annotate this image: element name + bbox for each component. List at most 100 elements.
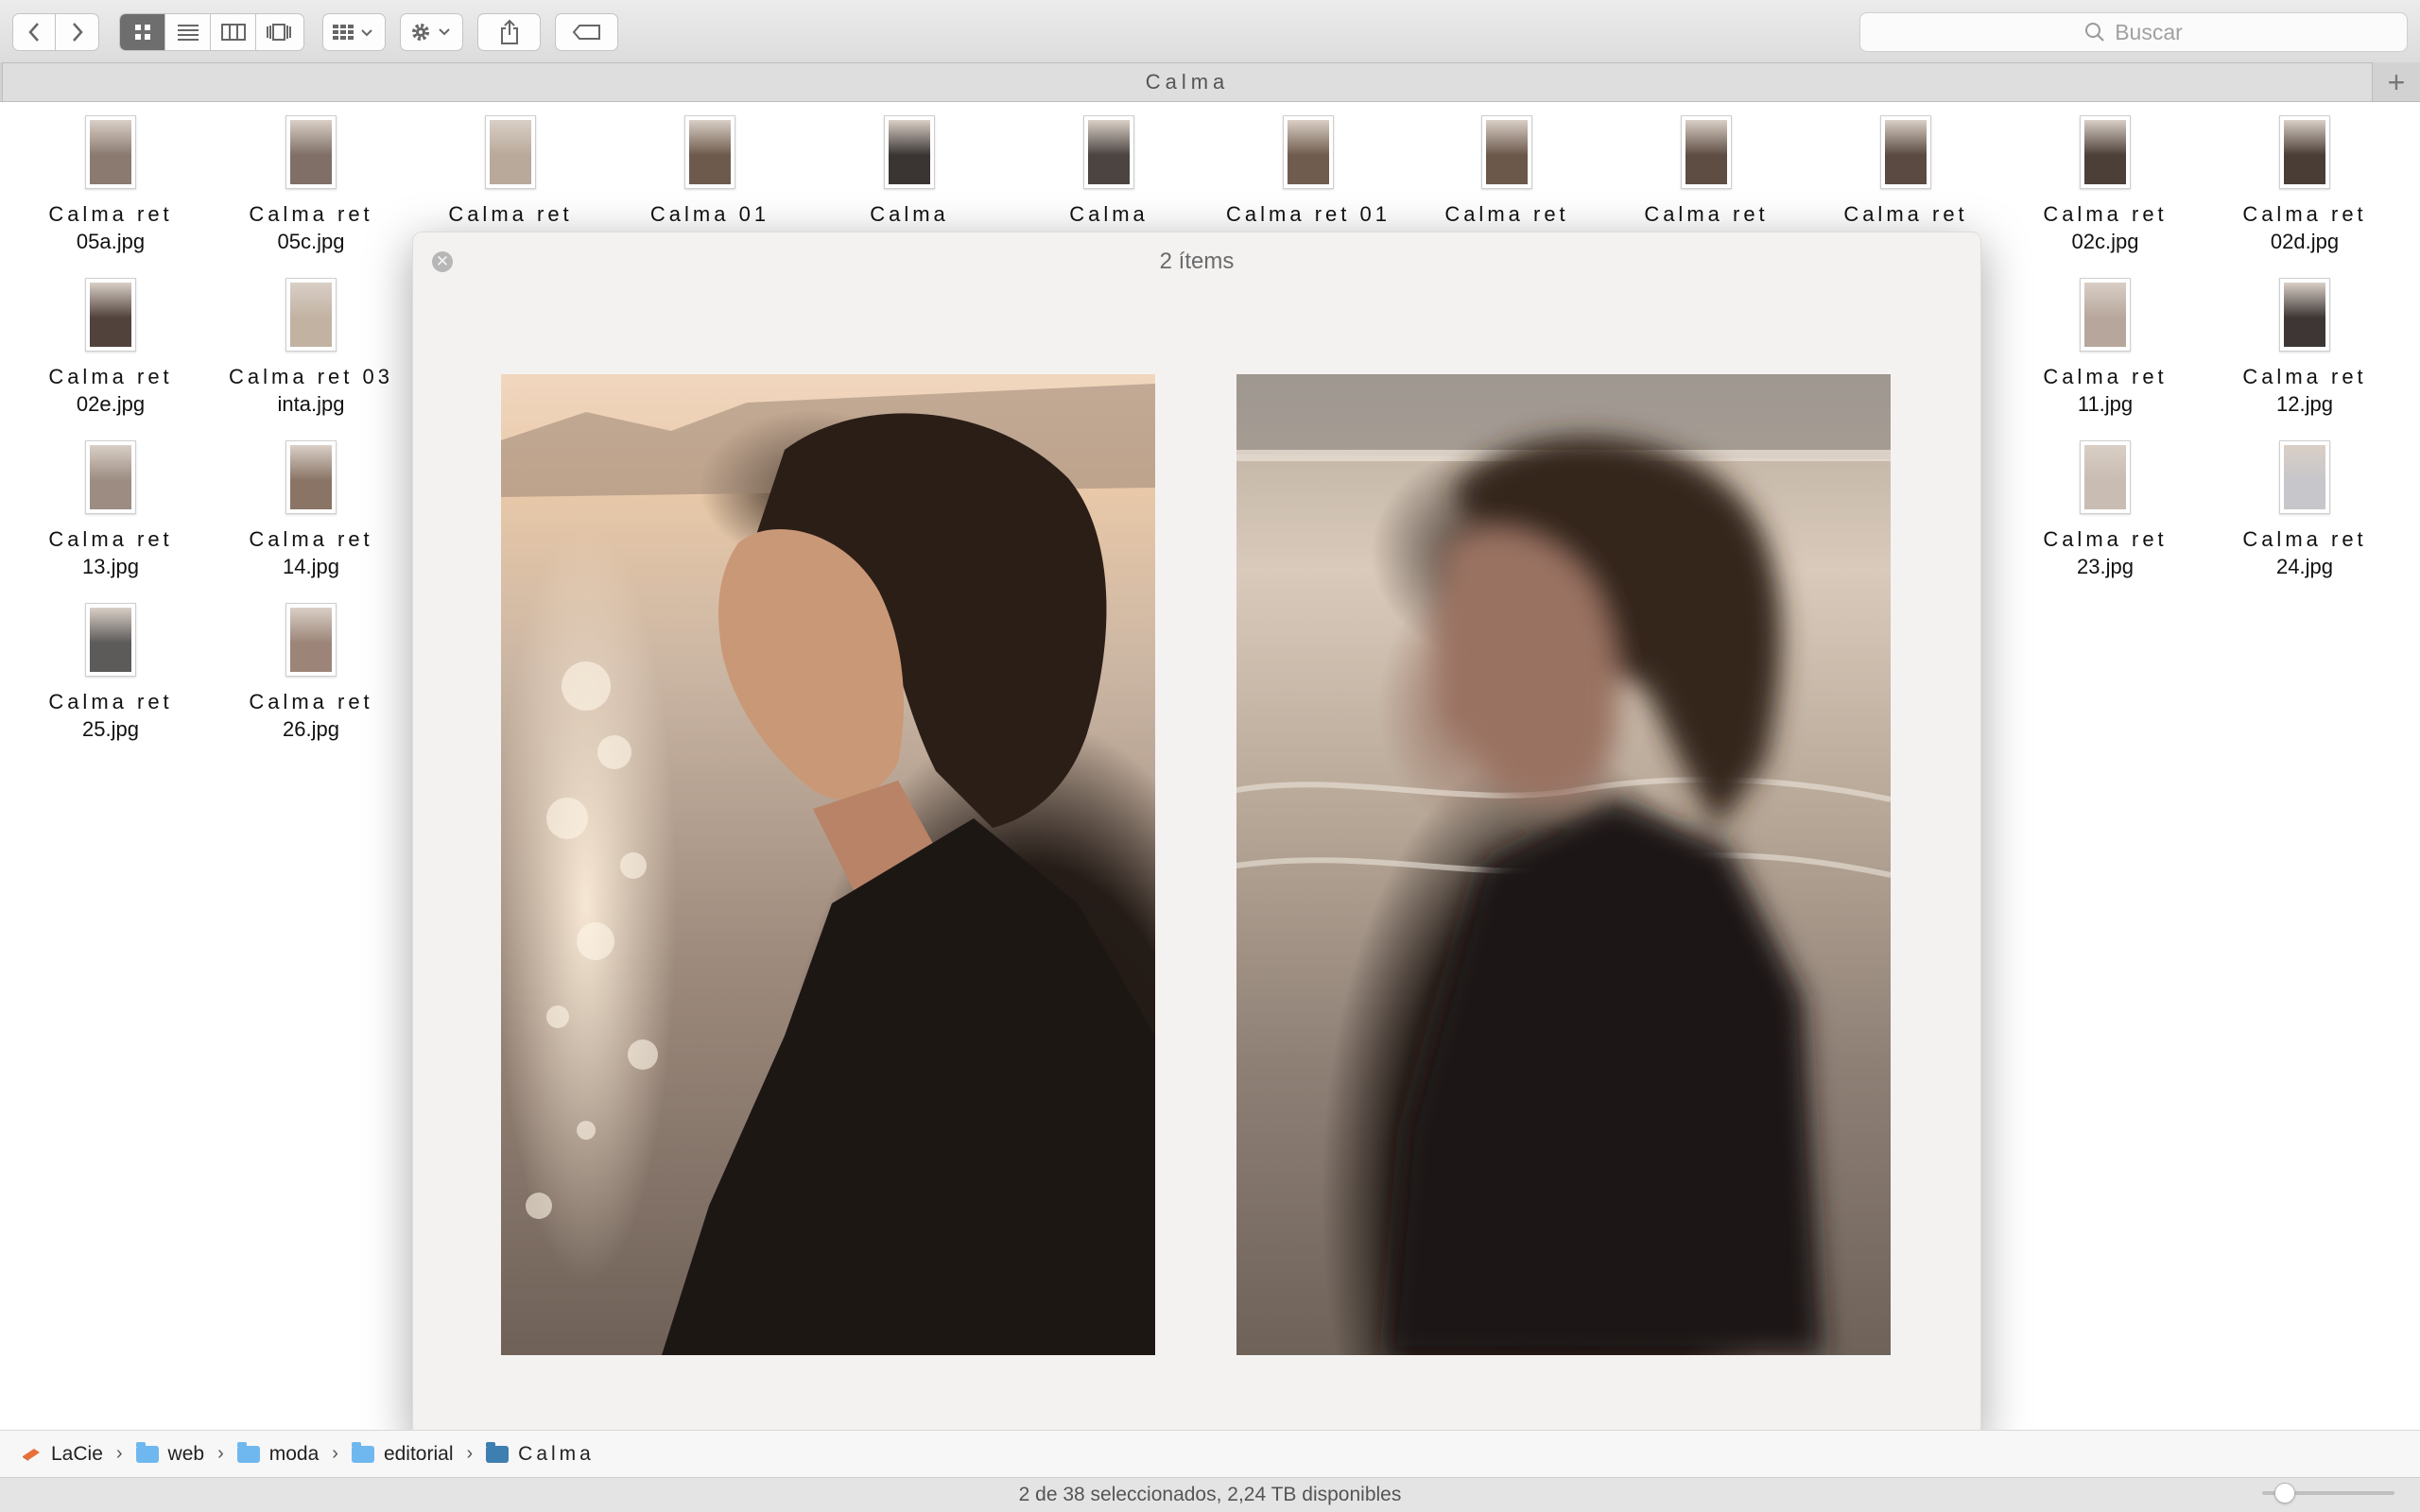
file-name: Calma ret 24.jpg — [2242, 527, 2367, 578]
file-item[interactable]: Calma ret — [1412, 115, 1601, 228]
file-thumbnail — [485, 115, 536, 189]
new-tab-button[interactable]: + — [2375, 62, 2418, 102]
external-drive-icon — [23, 1448, 40, 1461]
file-item[interactable]: Calma ret 05c.jpg — [216, 115, 406, 255]
file-name: Calma ret 26.jpg — [249, 690, 373, 741]
file-item[interactable]: Calma ret 02d.jpg — [2210, 115, 2399, 255]
chevron-right-icon: › — [332, 1443, 338, 1464]
share-button[interactable] — [477, 13, 541, 51]
file-thumbnail — [2279, 115, 2330, 189]
preview-image[interactable] — [501, 374, 1155, 1355]
path-item-label: editorial — [383, 1442, 454, 1465]
file-item[interactable]: Calma ret 23.jpg — [2011, 440, 2200, 580]
path-item-label: Calma — [518, 1442, 595, 1465]
file-name: Calma ret 03 inta.jpg — [229, 365, 393, 416]
file-item[interactable]: Calma ret — [1612, 115, 1801, 228]
file-thumbnail — [2080, 278, 2131, 352]
file-item[interactable]: Calma ret — [1811, 115, 2000, 228]
chevron-right-icon: › — [115, 1443, 123, 1464]
file-thumbnail — [684, 115, 735, 189]
file-item[interactable]: Calma ret 13.jpg — [16, 440, 205, 580]
file-thumbnail — [1880, 115, 1931, 189]
folder-icon — [236, 1441, 260, 1463]
file-name: Calma ret 12.jpg — [2242, 365, 2367, 416]
thumbnail-image — [689, 120, 731, 184]
preview-image[interactable] — [1236, 374, 1891, 1355]
cover-flow-icon — [267, 24, 291, 41]
arrange-grid-icon — [332, 25, 372, 40]
preview-image-graphic — [501, 384, 1155, 1355]
thumbnail-image — [2284, 445, 2325, 509]
file-item[interactable]: Calma ret 12.jpg — [2210, 278, 2399, 418]
file-item[interactable]: Calma ret 26.jpg — [216, 603, 406, 743]
file-thumbnail — [2080, 440, 2131, 514]
file-name: Calma ret — [448, 202, 573, 226]
file-item[interactable]: Calma ret 05a.jpg — [16, 115, 205, 255]
path-item-drive[interactable]: LaCie › — [21, 1443, 123, 1466]
chevron-right-icon: › — [217, 1443, 224, 1464]
thumbnail-image — [2284, 283, 2325, 347]
forward-button[interactable] — [56, 14, 98, 50]
thumbnail-image — [2084, 120, 2126, 184]
path-item-editorial[interactable]: editorial › — [351, 1441, 473, 1466]
file-item[interactable]: Calma — [1014, 115, 1203, 228]
file-name: Calma ret 02e.jpg — [48, 365, 173, 416]
file-thumbnail — [1481, 115, 1532, 189]
arrange-button[interactable] — [322, 13, 386, 51]
folder-icon — [486, 1441, 510, 1463]
back-icon — [28, 23, 39, 42]
file-name: Calma 01 — [649, 202, 770, 226]
path-item-web[interactable]: web › — [135, 1441, 224, 1466]
file-thumbnail — [85, 440, 136, 514]
gear-icon — [411, 24, 450, 41]
file-name: Calma ret 02c.jpg — [2043, 202, 2168, 253]
file-name: Calma ret 11.jpg — [2043, 365, 2168, 416]
thumbnail-image — [889, 120, 930, 184]
tags-button[interactable] — [555, 13, 618, 51]
file-item[interactable]: Calma ret 02c.jpg — [2011, 115, 2200, 255]
icon-size-slider-knob[interactable] — [2274, 1483, 2295, 1503]
icon-view-button[interactable] — [120, 14, 165, 50]
file-item[interactable]: Calma 01 — [615, 115, 804, 228]
back-button[interactable] — [13, 14, 57, 50]
file-thumbnail — [285, 278, 337, 352]
file-thumbnail — [1083, 115, 1134, 189]
file-thumbnail — [1681, 115, 1732, 189]
thumbnail-image — [90, 120, 131, 184]
list-view-button[interactable] — [165, 14, 211, 50]
file-item[interactable]: Calma ret 24.jpg — [2210, 440, 2399, 580]
file-item[interactable]: Calma ret — [416, 115, 605, 228]
thumbnail-image — [1685, 120, 1727, 184]
thumbnail-image — [290, 120, 332, 184]
tab-bar: Calma + — [0, 62, 2420, 102]
file-item[interactable]: Calma ret 11.jpg — [2011, 278, 2200, 418]
action-button[interactable] — [400, 13, 463, 51]
file-item[interactable]: Calma — [815, 115, 1004, 228]
file-thumbnail — [2279, 278, 2330, 352]
file-name: Calma ret — [1644, 202, 1769, 226]
thumbnail-image — [490, 120, 531, 184]
file-thumbnail — [85, 603, 136, 677]
search-field[interactable]: Buscar — [1859, 12, 2408, 52]
file-thumbnail — [85, 115, 136, 189]
file-name: Calma ret 14.jpg — [249, 527, 373, 578]
path-item-moda[interactable]: moda › — [236, 1441, 338, 1466]
column-view-button[interactable] — [211, 14, 256, 50]
file-name: Calma ret 05c.jpg — [249, 202, 373, 253]
path-item-calma[interactable]: Calma — [486, 1441, 595, 1466]
file-name: Calma — [870, 202, 949, 226]
file-item[interactable]: Calma ret 25.jpg — [16, 603, 205, 743]
file-item[interactable]: Calma ret 01 — [1214, 115, 1403, 228]
file-item[interactable]: Calma ret 03 inta.jpg — [216, 278, 406, 418]
tab-calma[interactable]: Calma — [2, 62, 2373, 102]
thumbnail-image — [290, 445, 332, 509]
cover-flow-button[interactable] — [256, 14, 302, 50]
file-item[interactable]: Calma ret 02e.jpg — [16, 278, 205, 418]
file-name: Calma — [1069, 202, 1149, 226]
file-name: Calma ret 02d.jpg — [2242, 202, 2367, 253]
toolbar: Buscar — [0, 0, 2420, 63]
search-icon — [2085, 23, 2104, 42]
file-item[interactable]: Calma ret 14.jpg — [216, 440, 406, 580]
path-item-label: moda — [268, 1442, 320, 1465]
thumbnail-image — [1885, 120, 1927, 184]
